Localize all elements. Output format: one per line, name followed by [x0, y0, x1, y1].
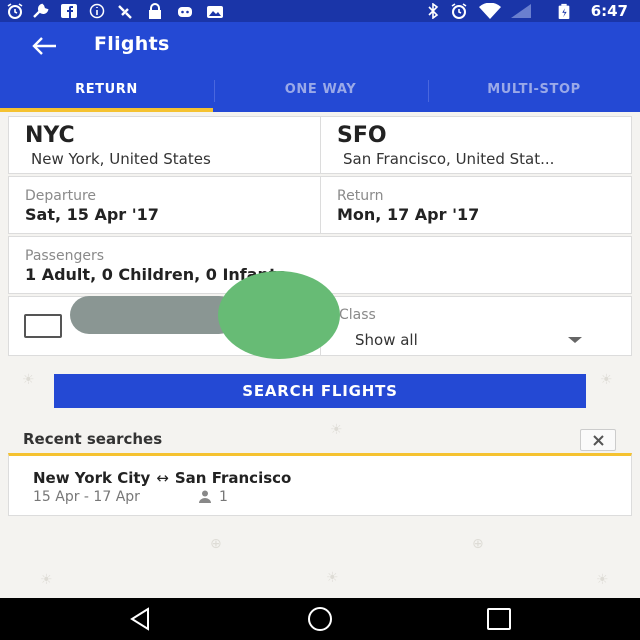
alarm-icon	[7, 3, 23, 19]
photo-icon	[207, 6, 223, 18]
class-value: Show all	[355, 331, 418, 349]
passengers-label: Passengers	[25, 248, 105, 264]
status-bar: 6:47	[0, 0, 640, 22]
nav-back-icon[interactable]	[126, 606, 156, 632]
toggle-knob[interactable]	[218, 271, 340, 359]
nav-home-icon[interactable]	[305, 606, 335, 632]
search-icon: ⊕	[210, 536, 222, 552]
close-icon	[593, 435, 604, 446]
arrow-back-icon[interactable]	[30, 34, 58, 58]
origin-field[interactable]: NYC New York, United States	[8, 116, 321, 174]
recent-search-item[interactable]: New York City ↔ San Francisco 15 Apr - 17 …	[8, 453, 632, 516]
search-icon: ⊕	[472, 536, 484, 552]
nav-recents-icon[interactable]	[484, 606, 514, 632]
info-icon	[89, 3, 105, 19]
origin-city: New York, United States	[31, 150, 211, 168]
tab-multi-stop[interactable]: MULTI-STOP	[428, 70, 640, 112]
departure-value: Sat, 15 Apr '17	[25, 205, 159, 224]
return-label: Return	[337, 188, 384, 204]
return-value: Mon, 17 Apr '17	[337, 205, 480, 224]
alarm-icon	[451, 3, 467, 19]
person-icon	[199, 490, 211, 503]
origin-code: NYC	[25, 123, 75, 148]
clear-recent-button[interactable]	[580, 429, 616, 451]
class-label: Class	[339, 307, 376, 323]
sun-icon: ☀	[600, 372, 613, 388]
recent-passenger-count: 1	[219, 489, 228, 505]
app-bar: Flights	[0, 22, 640, 70]
recent-to: San Francisco	[174, 469, 292, 487]
signal-icon	[511, 4, 531, 18]
option-checkbox[interactable]	[24, 314, 62, 338]
recent-route: New York City ↔ San Francisco	[33, 469, 291, 487]
swap-arrow-icon: ↔	[156, 469, 169, 487]
satellite-icon	[118, 5, 132, 19]
trip-type-tabs: RETURN ONE WAY MULTI-STOP	[0, 70, 640, 112]
tab-one-way[interactable]: ONE WAY	[214, 70, 427, 112]
sun-icon: ☀	[22, 372, 35, 388]
departure-date-field[interactable]: Departure Sat, 15 Apr '17	[8, 176, 321, 234]
destination-city: San Francisco, United Stat...	[343, 150, 555, 168]
page-title: Flights	[94, 33, 170, 55]
wrench-icon	[33, 3, 49, 18]
clock: 6:47	[590, 2, 628, 20]
system-nav-bar	[0, 598, 640, 640]
sun-icon: ☀	[40, 572, 53, 588]
search-flights-button[interactable]: SEARCH FLIGHTS	[54, 374, 586, 408]
lock-icon	[149, 3, 161, 19]
return-date-field[interactable]: Return Mon, 17 Apr '17	[320, 176, 632, 234]
bluetooth-icon	[428, 3, 439, 19]
sun-icon: ☀	[596, 572, 609, 588]
toggle-track[interactable]	[70, 296, 238, 334]
sun-icon: ☀	[330, 422, 343, 438]
chevron-down-icon[interactable]	[568, 337, 582, 343]
destination-code: SFO	[337, 123, 387, 148]
recent-searches-title: Recent searches	[23, 430, 163, 448]
facebook-icon	[61, 4, 77, 18]
tab-return[interactable]: RETURN	[0, 70, 213, 112]
sun-icon: ☀	[326, 570, 339, 586]
destination-field[interactable]: SFO San Francisco, United Stat...	[320, 116, 632, 174]
recent-from: New York City	[33, 469, 151, 487]
departure-label: Departure	[25, 188, 97, 204]
wifi-icon	[479, 3, 501, 19]
bot-icon	[178, 7, 192, 17]
class-selector[interactable]: Class Show all	[320, 296, 632, 356]
recent-dates: 15 Apr - 17 Apr	[33, 489, 140, 505]
battery-icon	[558, 3, 570, 19]
